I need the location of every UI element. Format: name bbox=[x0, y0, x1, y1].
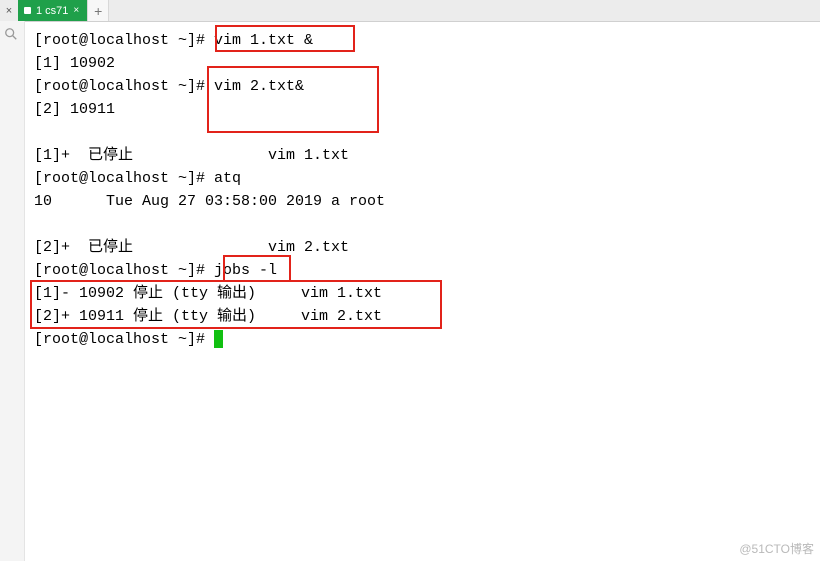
tab-label: 1 cs71 bbox=[36, 5, 68, 17]
watermark: @51CTO博客 bbox=[739, 540, 814, 557]
command-text: jobs -l bbox=[214, 262, 277, 279]
search-icon[interactable] bbox=[4, 27, 18, 41]
status-dot-icon bbox=[24, 7, 31, 14]
output-line: [2] 10911 bbox=[34, 101, 115, 118]
output-line: [2]+ 10911 停止 (tty 输出) vim 2.txt bbox=[34, 308, 382, 325]
prompt: [root@localhost ~]# bbox=[34, 262, 214, 279]
output-line: [1]+ 已停止 vim 1.txt bbox=[34, 147, 349, 164]
command-text: vim 1.txt & bbox=[214, 32, 313, 49]
left-gutter bbox=[0, 21, 25, 561]
prompt: [root@localhost ~] bbox=[34, 78, 196, 95]
prompt: [root@localhost ~]# bbox=[34, 331, 214, 348]
tab-close-icon[interactable]: × bbox=[73, 5, 79, 16]
tab-active[interactable]: 1 cs71 × bbox=[18, 0, 87, 21]
output-line: 10 Tue Aug 27 03:58:00 2019 a root bbox=[34, 193, 385, 210]
prompt: [root@localhost ~]# bbox=[34, 32, 214, 49]
output-line: [2]+ 已停止 vim 2.txt bbox=[34, 239, 349, 256]
terminal[interactable]: [root@localhost ~]# vim 1.txt & [1] 1090… bbox=[24, 21, 820, 561]
close-icon[interactable]: × bbox=[0, 0, 18, 21]
output-line: [1] 10902 bbox=[34, 55, 115, 72]
command-text: # vim 2.txt& bbox=[196, 78, 304, 95]
cursor-icon bbox=[214, 330, 223, 348]
output-line: [root@localhost ~]# atq bbox=[34, 170, 241, 187]
tab-bar: × 1 cs71 × + bbox=[0, 0, 820, 22]
output-line: [1]- 10902 停止 (tty 输出) vim 1.txt bbox=[34, 285, 382, 302]
new-tab-button[interactable]: + bbox=[87, 0, 109, 21]
